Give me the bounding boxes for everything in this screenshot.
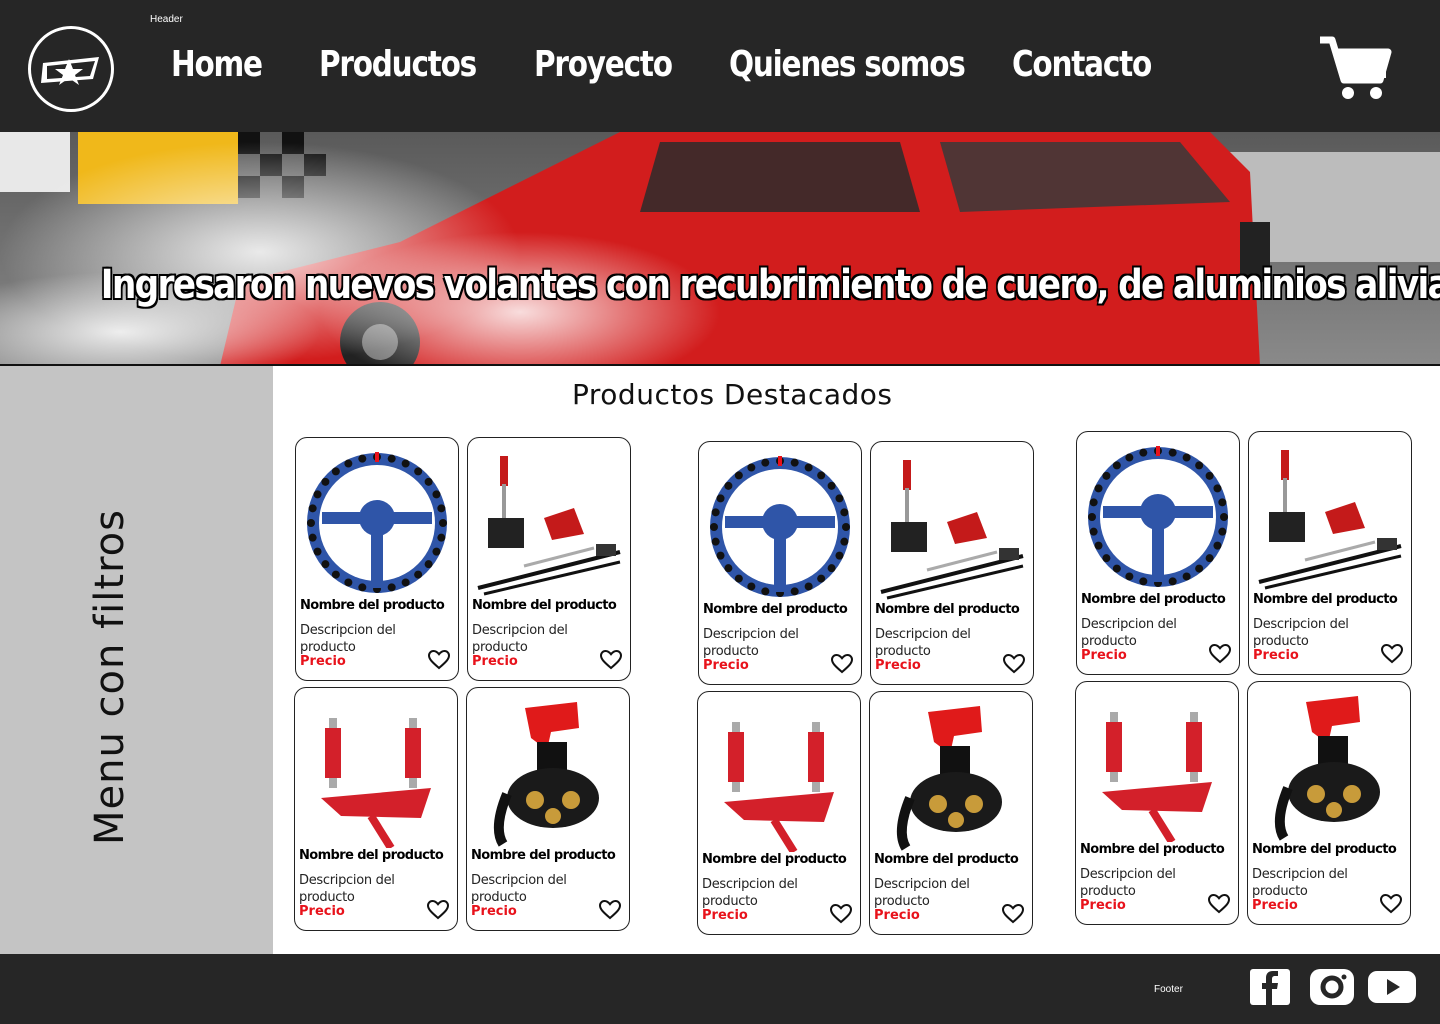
product-price: Precio	[1081, 648, 1127, 663]
product-name: Nombre del producto	[1253, 592, 1398, 607]
product-price: Precio	[1252, 898, 1298, 913]
product-card[interactable]: Nombre del producto Descripcion del prod…	[466, 687, 630, 931]
product-description: Descripcion del producto	[471, 873, 567, 905]
sidebar-filter-label: Menu con filtros	[87, 509, 133, 845]
heart-icon[interactable]	[426, 899, 450, 920]
product-description: Descripcion del producto	[1253, 617, 1349, 649]
product-name: Nombre del producto	[471, 848, 616, 863]
section-title: Productos Destacados	[572, 378, 893, 411]
youtube-icon[interactable]	[1368, 969, 1416, 1007]
hero-banner: Ingresaron nuevos volantes con recubrimi…	[0, 132, 1440, 366]
nav-productos[interactable]: Productos	[319, 44, 477, 85]
product-price: Precio	[702, 908, 748, 923]
product-price: Precio	[874, 908, 920, 923]
product-image-wheel	[1083, 442, 1233, 592]
heart-icon[interactable]	[427, 649, 451, 670]
product-description: Descripcion del producto	[1080, 867, 1176, 899]
hero-image	[0, 132, 1440, 364]
product-card[interactable]: Nombre del producto Descripcion del prod…	[1247, 681, 1411, 925]
nav-contacto[interactable]: Contacto	[1012, 44, 1152, 85]
product-description: Descripcion del producto	[472, 623, 568, 655]
shopping-cart-icon[interactable]	[1318, 34, 1392, 102]
product-card[interactable]: Nombre del producto Descripcion del prod…	[1248, 431, 1412, 675]
product-image-shifter	[474, 448, 624, 598]
product-image-shifter	[877, 452, 1027, 602]
heart-icon[interactable]	[1380, 643, 1404, 664]
product-name: Nombre del producto	[472, 598, 617, 613]
heart-icon[interactable]	[829, 903, 853, 924]
product-card[interactable]: Nombre del producto Descripcion del prod…	[1076, 431, 1240, 675]
product-card[interactable]: Nombre del producto Descripcion del prod…	[869, 691, 1033, 935]
product-price: Precio	[471, 904, 517, 919]
product-card[interactable]: Nombre del producto Descripcion del prod…	[698, 441, 862, 685]
heart-icon[interactable]	[1207, 893, 1231, 914]
product-image-wheel	[705, 452, 855, 602]
product-name: Nombre del producto	[875, 602, 1020, 617]
heart-icon[interactable]	[1002, 653, 1026, 674]
banner-headline: Ingresaron nuevos volantes con recubrimi…	[100, 262, 1440, 308]
product-name: Nombre del producto	[702, 852, 847, 867]
product-image-suspension	[704, 702, 854, 852]
product-card[interactable]: Nombre del producto Descripcion del prod…	[870, 441, 1034, 685]
header: Header Home Productos Proyecto Quienes s…	[0, 0, 1440, 132]
product-price: Precio	[472, 654, 518, 669]
product-name: Nombre del producto	[703, 602, 848, 617]
product-card[interactable]: Nombre del producto Descripcion del prod…	[295, 437, 459, 681]
filter-sidebar[interactable]	[0, 366, 273, 954]
product-description: Descripcion del producto	[300, 623, 396, 655]
footer: Footer	[0, 954, 1440, 1024]
product-card[interactable]: Nombre del producto Descripcion del prod…	[697, 691, 861, 935]
product-card[interactable]: Nombre del producto Descripcion del prod…	[294, 687, 458, 931]
product-image-switch	[1254, 692, 1404, 842]
product-price: Precio	[875, 658, 921, 673]
product-description: Descripcion del producto	[1252, 867, 1348, 899]
product-image-switch	[876, 702, 1026, 852]
heart-icon[interactable]	[830, 653, 854, 674]
product-price: Precio	[299, 904, 345, 919]
product-card[interactable]: Nombre del producto Descripcion del prod…	[467, 437, 631, 681]
brand-logo[interactable]	[28, 26, 114, 112]
product-name: Nombre del producto	[300, 598, 445, 613]
nav-proyecto[interactable]: Proyecto	[534, 44, 673, 85]
product-name: Nombre del producto	[1081, 592, 1226, 607]
footer-frame-label: Footer	[1154, 984, 1183, 995]
product-description: Descripcion del producto	[875, 627, 971, 659]
product-description: Descripcion del producto	[1081, 617, 1177, 649]
product-price: Precio	[1080, 898, 1126, 913]
product-image-suspension	[301, 698, 451, 848]
logo-mark-icon	[41, 57, 99, 85]
product-description: Descripcion del producto	[874, 877, 970, 909]
product-description: Descripcion del producto	[702, 877, 798, 909]
product-name: Nombre del producto	[299, 848, 444, 863]
heart-icon[interactable]	[598, 899, 622, 920]
heart-icon[interactable]	[599, 649, 623, 670]
product-name: Nombre del producto	[874, 852, 1019, 867]
product-card[interactable]: Nombre del producto Descripcion del prod…	[1075, 681, 1239, 925]
product-price: Precio	[1253, 648, 1299, 663]
product-price: Precio	[703, 658, 749, 673]
product-image-switch	[473, 698, 623, 848]
product-image-suspension	[1082, 692, 1232, 842]
heart-icon[interactable]	[1379, 893, 1403, 914]
product-name: Nombre del producto	[1080, 842, 1225, 857]
heart-icon[interactable]	[1001, 903, 1025, 924]
product-image-wheel	[302, 448, 452, 598]
facebook-icon[interactable]	[1250, 969, 1294, 1007]
header-frame-label: Header	[150, 14, 183, 25]
product-image-shifter	[1255, 442, 1405, 592]
instagram-icon[interactable]	[1308, 969, 1354, 1007]
nav-quienes-somos[interactable]: Quienes somos	[729, 44, 966, 85]
nav-home[interactable]: Home	[171, 44, 263, 85]
product-description: Descripcion del producto	[299, 873, 395, 905]
heart-icon[interactable]	[1208, 643, 1232, 664]
product-price: Precio	[300, 654, 346, 669]
product-description: Descripcion del producto	[703, 627, 799, 659]
product-name: Nombre del producto	[1252, 842, 1397, 857]
